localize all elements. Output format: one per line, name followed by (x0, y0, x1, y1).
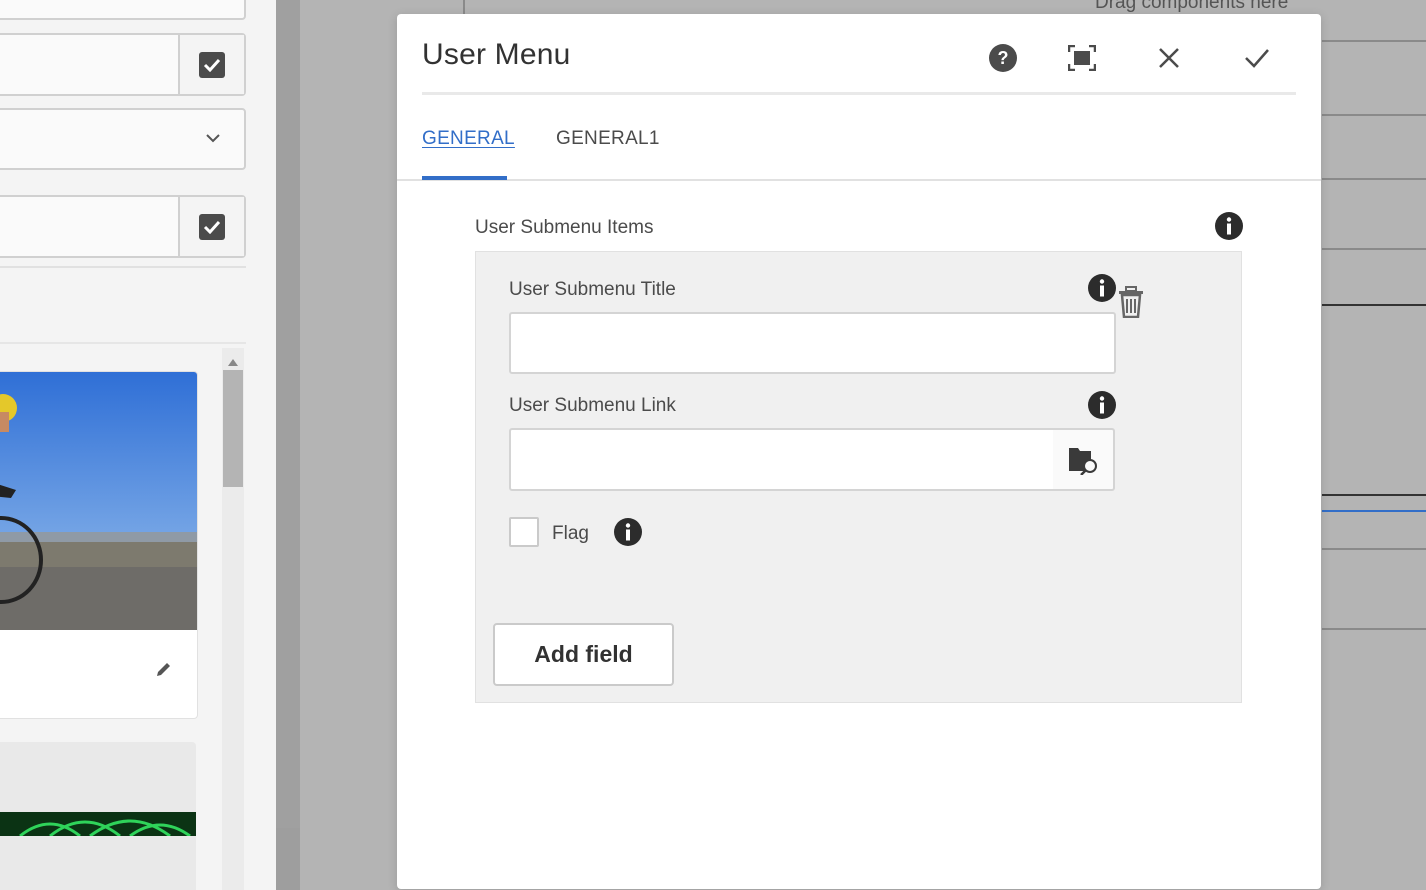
side-panel-field[interactable] (0, 0, 246, 20)
panel-resize-handle[interactable] (276, 0, 300, 828)
help-icon: ? (989, 44, 1017, 72)
side-panel-toggle-button[interactable] (178, 35, 244, 94)
folder-search-icon (1069, 447, 1097, 475)
header-divider (422, 92, 1296, 95)
scroll-up-arrow-icon[interactable] (228, 353, 238, 371)
close-icon (1159, 48, 1179, 68)
checkbox-checked-icon (199, 213, 225, 240)
info-icon[interactable] (1087, 390, 1117, 420)
fullscreen-icon (1068, 45, 1096, 71)
side-panel-scrollbar-thumb[interactable] (223, 370, 243, 487)
tab-general[interactable]: GENERAL (422, 128, 515, 150)
multifield-label: User Submenu Items (475, 217, 654, 238)
add-field-button[interactable]: Add field (493, 623, 674, 686)
submenu-title-label: User Submenu Title (509, 279, 676, 300)
flag-label: Flag (552, 523, 589, 544)
delete-item-button[interactable] (1117, 286, 1145, 323)
info-icon[interactable] (1214, 211, 1244, 241)
submenu-link-label: User Submenu Link (509, 395, 676, 416)
side-panel-toggle-button[interactable] (178, 197, 244, 256)
editor-guide-line (1322, 628, 1426, 630)
user-menu-dialog: User Menu ? GENERAL GENERAL1 User Submen… (397, 14, 1321, 889)
editor-guide-line (463, 0, 465, 14)
tabs-divider (397, 179, 1321, 181)
info-icon[interactable] (1087, 273, 1117, 303)
tab-general1[interactable]: GENERAL1 (556, 128, 660, 150)
editor-guide-line (1322, 548, 1426, 550)
done-button[interactable] (1239, 40, 1275, 76)
help-button[interactable]: ? (985, 40, 1021, 76)
flag-checkbox[interactable] (509, 517, 539, 547)
editor-guide-line (1322, 248, 1426, 250)
submenu-title-input[interactable] (509, 312, 1116, 374)
asset-thumbnail-cyclist (0, 372, 197, 630)
close-button[interactable] (1151, 40, 1187, 76)
editor-guide-line (1322, 304, 1426, 306)
svg-text:?: ? (998, 48, 1009, 68)
asset-card[interactable] (0, 371, 198, 719)
active-tab-indicator (422, 176, 507, 180)
side-panel-divider (0, 266, 246, 268)
asset-card[interactable] (0, 742, 196, 890)
side-panel-field-with-toggle[interactable] (0, 195, 246, 258)
editor-guide-line (1322, 114, 1426, 116)
side-panel-field-with-toggle[interactable] (0, 33, 246, 96)
info-icon[interactable] (613, 517, 643, 547)
dialog-title: User Menu (422, 38, 571, 71)
done-checkmark-icon (1245, 49, 1269, 68)
editor-guide-line (1322, 178, 1426, 180)
editor-guide-line (1322, 40, 1426, 42)
chevron-down-icon (206, 130, 220, 148)
asset-thumbnail-green-abstract (0, 812, 196, 836)
side-panel-divider (0, 342, 246, 344)
editor-guide-line (1322, 494, 1426, 496)
editor-selection-line (1322, 510, 1426, 512)
path-browse-button[interactable] (1053, 428, 1115, 491)
fullscreen-button[interactable] (1064, 40, 1100, 76)
side-panel-dropdown[interactable] (0, 108, 246, 170)
checkbox-checked-icon (199, 51, 225, 78)
pencil-edit-icon[interactable] (155, 660, 173, 683)
trash-icon (1119, 286, 1143, 319)
drag-components-hint: Drag components here (1095, 0, 1289, 13)
submenu-link-input[interactable] (509, 428, 1055, 491)
side-panel (0, 0, 276, 890)
